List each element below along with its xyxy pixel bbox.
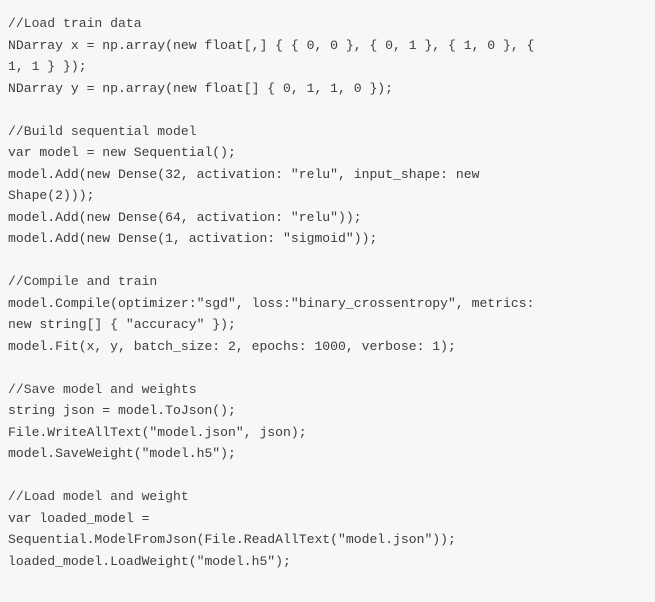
code-line: model.Fit(x, y, batch_size: 2, epochs: 1… [8, 338, 456, 354]
code-line: Shape(2))); [8, 188, 95, 203]
code-line: string json = model.ToJson(); [8, 403, 236, 418]
code-comment: //Save model and weights [8, 381, 197, 397]
code-line: new string[] { "accuracy" }); [8, 317, 236, 332]
code-line: model.Compile(optimizer:"sgd", loss:"bin… [8, 295, 535, 311]
code-line: 1, 1 } }); [8, 59, 87, 74]
code-line: model.SaveWeight("model.h5"); [8, 446, 236, 461]
code-line: var model = new Sequential(); [8, 145, 236, 160]
code-line: File.WriteAllText("model.json", json); [8, 424, 307, 440]
code-line: model.Add(new Dense(1, activation: "sigm… [8, 231, 378, 246]
code-comment: //Build sequential model [8, 123, 197, 139]
code-line: var loaded_model = [8, 510, 150, 526]
code-block: //Load train data NDarray x = np.array(n… [0, 0, 655, 602]
code-line: model.Add(new Dense(64, activation: "rel… [8, 209, 362, 225]
code-comment: //Load model and weight [8, 489, 189, 504]
code-line: Sequential.ModelFromJson(File.ReadAllTex… [8, 532, 456, 547]
code-line: model.Add(new Dense(32, activation: "rel… [8, 166, 480, 182]
code-line: NDarray y = np.array(new float[] { 0, 1,… [8, 80, 394, 96]
code-comment: //Load train data [8, 16, 142, 31]
code-line: loaded_model.LoadWeight("model.h5"); [8, 553, 291, 569]
code-line: NDarray x = np.array(new float[,] { { 0,… [8, 37, 535, 53]
code-comment: //Compile and train [8, 274, 158, 289]
